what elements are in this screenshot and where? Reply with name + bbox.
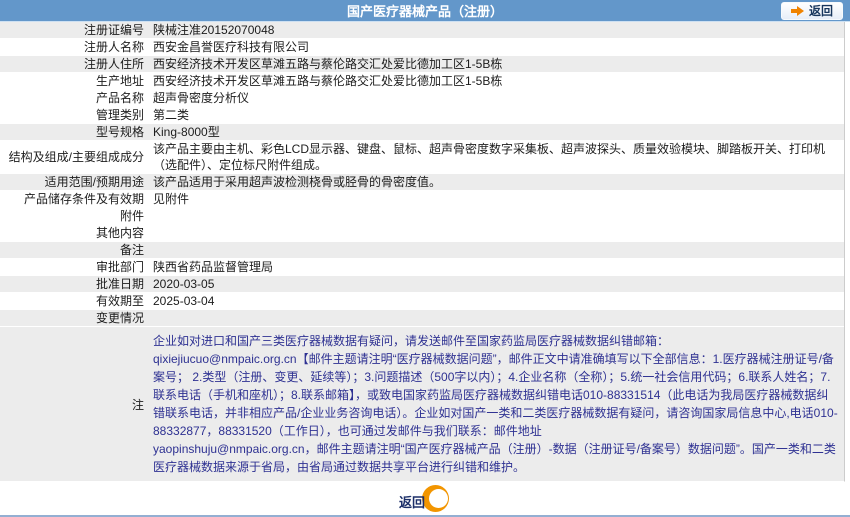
footer-back-button[interactable]: 返回 xyxy=(399,484,451,513)
table-row: 型号规格 King-8000型 xyxy=(0,124,844,141)
page: 国产医疗器械产品（注册） 返回 注册证编号 陕械注准20152070048 注册… xyxy=(0,0,850,517)
row-label: 批准日期 xyxy=(95,277,144,291)
row-value xyxy=(149,310,844,326)
table-row: 审批部门 陕西省药品监督管理局 xyxy=(0,259,844,276)
footer: 返回 xyxy=(0,482,850,515)
table-row: 注册人名称 西安金昌誉医疗科技有限公司 xyxy=(0,39,844,56)
table-row: 备注 xyxy=(0,242,844,259)
table-row: 生产地址 西安经济技术开发区草滩五路与蔡伦路交汇处爱比德加工区1-5B栋 xyxy=(0,73,844,90)
row-label: 适用范围/预期用途 xyxy=(44,175,144,189)
table-row: 批准日期 2020-03-05 xyxy=(0,276,844,293)
back-button-label: 返回 xyxy=(808,4,833,18)
table-row: 其他内容 xyxy=(0,225,844,242)
table-row: 产品储存条件及有效期 见附件 xyxy=(0,191,844,208)
row-label: 生产地址 xyxy=(95,74,144,88)
row-value: 超声骨密度分析仪 xyxy=(153,91,250,105)
row-value: 西安经济技术开发区草滩五路与蔡伦路交汇处爱比德加工区1-5B栋 xyxy=(153,57,503,71)
row-label: 型号规格 xyxy=(95,125,144,139)
row-value xyxy=(149,225,844,241)
note-line: yaopinshuju@nmpaic.org.cn，邮件主题请注明“国产医疗器械… xyxy=(153,442,836,474)
table-row: 有效期至 2025-03-04 xyxy=(0,293,844,310)
row-value: 第二类 xyxy=(153,108,190,122)
row-label: 管理类别 xyxy=(95,108,144,122)
note-line: 企业如对进口和国产三类医疗器械数据有疑问，请发送邮件至国家药监局医疗器械数据纠错… xyxy=(153,334,670,348)
row-value: 2020-03-05 xyxy=(153,277,215,291)
row-value: 该产品适用于采用超声波检测桡骨或胫骨的骨密度值。 xyxy=(153,175,442,189)
row-label: 其他内容 xyxy=(95,226,144,240)
page-title: 国产医疗器械产品（注册） xyxy=(346,4,503,19)
table-row: 变更情况 xyxy=(0,310,844,327)
row-label: 注册人名称 xyxy=(83,40,144,54)
title-bar: 国产医疗器械产品（注册） 返回 xyxy=(0,0,850,22)
table-row: 适用范围/预期用途 该产品适用于采用超声波检测桡骨或胫骨的骨密度值。 xyxy=(0,174,844,191)
footer-back-label: 返回 xyxy=(399,494,426,510)
back-button[interactable]: 返回 xyxy=(780,2,843,20)
row-label: 有效期至 xyxy=(95,294,144,308)
row-label: 产品名称 xyxy=(95,91,144,105)
info-table: 注册证编号 陕械注准20152070048 注册人名称 西安金昌誉医疗科技有限公… xyxy=(0,22,845,327)
table-row: 注册证编号 陕械注准20152070048 xyxy=(0,22,844,39)
row-label: 审批部门 xyxy=(95,260,144,274)
table-row: 附件 xyxy=(0,208,844,225)
note-line: qixiejiucuo@nmpaic.org.cn【邮件主题请注明“医疗器械数据… xyxy=(153,352,838,438)
row-value: 西安经济技术开发区草滩五路与蔡伦路交汇处爱比德加工区1-5B栋 xyxy=(153,74,503,88)
table-row: 产品名称 超声骨密度分析仪 xyxy=(0,90,844,107)
right-arrow-icon xyxy=(790,6,804,16)
table-row: 管理类别 第二类 xyxy=(0,107,844,124)
row-value: 西安金昌誉医疗科技有限公司 xyxy=(153,40,310,54)
note-row-label: 注 xyxy=(131,397,144,412)
note-row: 注 企业如对进口和国产三类医疗器械数据有疑问，请发送邮件至国家药监局医疗器械数据… xyxy=(0,327,845,482)
row-value: 见附件 xyxy=(153,192,190,206)
row-label: 结构及组成/主要组成成分 xyxy=(8,150,144,164)
row-value xyxy=(149,208,844,224)
orange-crescent-icon xyxy=(422,484,449,512)
row-value: 2025-03-04 xyxy=(153,294,215,308)
row-label: 备注 xyxy=(119,243,144,257)
row-value: King-8000型 xyxy=(153,125,220,139)
note-text: 企业如对进口和国产三类医疗器械数据有疑问，请发送邮件至国家药监局医疗器械数据纠错… xyxy=(149,327,844,481)
row-label: 注册证编号 xyxy=(83,23,144,37)
row-value: 陕西省药品监督管理局 xyxy=(153,260,274,274)
row-value xyxy=(149,242,844,258)
table-row: 结构及组成/主要组成成分 该产品主要由主机、彩色LCD显示器、键盘、鼠标、超声骨… xyxy=(0,141,844,174)
row-label: 注册人住所 xyxy=(83,57,144,71)
row-label: 产品储存条件及有效期 xyxy=(23,192,144,206)
row-label: 变更情况 xyxy=(95,311,144,325)
row-label: 附件 xyxy=(119,209,144,223)
table-row: 注册人住所 西安经济技术开发区草滩五路与蔡伦路交汇处爱比德加工区1-5B栋 xyxy=(0,56,844,73)
row-value: 陕械注准20152070048 xyxy=(153,23,275,37)
row-value: 该产品主要由主机、彩色LCD显示器、键盘、鼠标、超声骨密度数字采集板、超声波探头… xyxy=(153,142,826,172)
